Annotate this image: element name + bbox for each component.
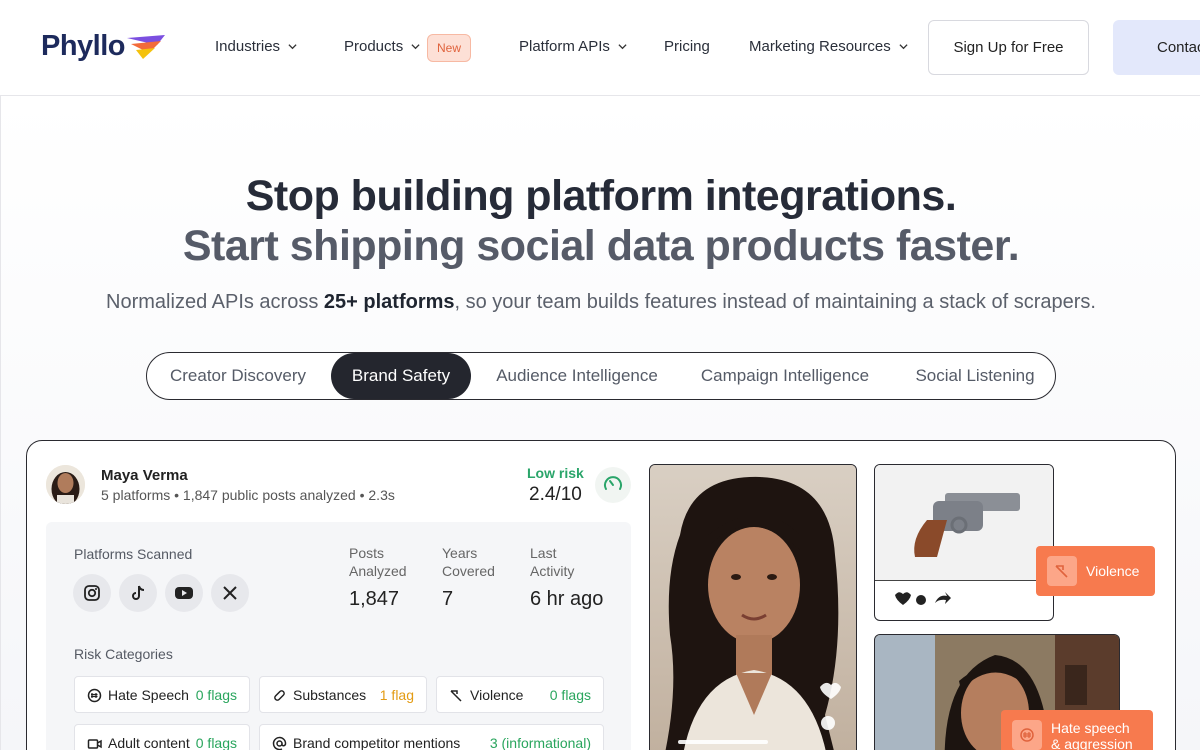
- profile-name: Maya Verma: [101, 467, 188, 484]
- nav-marketing-resources[interactable]: Marketing Resources: [749, 38, 908, 55]
- nav-industries[interactable]: Industries: [215, 38, 297, 55]
- tab-creator-discovery[interactable]: Creator Discovery: [147, 353, 329, 399]
- stat-last-activity-label: Last Activity: [530, 545, 575, 579]
- flag-count: 0 flags: [195, 735, 237, 750]
- stat-posts-value: 1,847: [349, 588, 400, 610]
- risk-label: Low risk: [527, 465, 584, 481]
- at-icon: [272, 736, 287, 750]
- chevron-down-icon: [411, 44, 420, 50]
- top-nav: Phyllo Industries Products New Platform …: [0, 0, 1200, 96]
- risk-chip-violence[interactable]: Violence 0 flags: [436, 676, 604, 713]
- chevron-down-icon: [899, 44, 908, 50]
- post-image-portrait[interactable]: [649, 464, 857, 750]
- stat-last-activity-value: 6 hr ago: [530, 588, 604, 610]
- violence-tag-label: Violence: [1086, 563, 1140, 579]
- hate-speech-icon: [87, 688, 102, 702]
- nav-pricing-label: Pricing: [664, 38, 710, 55]
- risk-chip-substances[interactable]: Substances 1 flag: [259, 676, 427, 713]
- risk-chip-adult-content[interactable]: Adult content 0 flags: [74, 724, 250, 750]
- tab-brand-safety[interactable]: Brand Safety: [331, 353, 471, 399]
- flag-count: 0 flags: [195, 687, 237, 703]
- stat-posts-label: Posts Analyzed: [349, 545, 407, 579]
- flag-count: 3 (informational): [489, 735, 591, 750]
- violence-tag-icon: [1047, 556, 1077, 586]
- youtube-icon: [165, 574, 203, 612]
- use-case-tabs: Creator Discovery Brand Safety Audience …: [146, 352, 1056, 400]
- stat-years-label: Years Covered: [442, 545, 495, 579]
- adult-content-icon: [87, 738, 102, 749]
- phyllo-logo[interactable]: Phyllo: [41, 30, 166, 63]
- risk-categories-label: Risk Categories: [74, 646, 173, 662]
- hate-speech-tag-label: Hate speech & aggression: [1051, 720, 1133, 750]
- risk-gauge-icon: [595, 467, 631, 503]
- brand-safety-card: Maya Verma 5 platforms • 1,847 public po…: [26, 440, 1176, 750]
- nav-marketing-resources-label: Marketing Resources: [749, 38, 891, 55]
- nav-pricing[interactable]: Pricing: [664, 38, 710, 55]
- risk-score: 2.4/10: [529, 484, 582, 505]
- hate-speech-tag-icon: [1012, 720, 1042, 750]
- nav-products-label: Products: [344, 38, 404, 55]
- hero-headline-secondary: Start shipping social data products fast…: [182, 222, 1020, 270]
- sign-up-button[interactable]: Sign Up for Free: [928, 20, 1089, 75]
- violence-tag: Violence: [1036, 546, 1155, 596]
- avatar: [46, 465, 85, 504]
- logo-text: Phyllo: [41, 30, 126, 62]
- new-badge: New: [427, 34, 471, 62]
- chevron-down-icon: [618, 44, 627, 50]
- hero-subtitle: Normalized APIs across 25+ platforms, so…: [1, 291, 1200, 314]
- tiktok-icon: [119, 574, 157, 612]
- stat-years-value: 7: [442, 588, 454, 610]
- flag-count: 1 flag: [379, 687, 414, 703]
- hero-section: Stop building platform integrations. Sta…: [0, 96, 1200, 750]
- risk-chip-hate-speech[interactable]: Hate Speech 0 flags: [74, 676, 250, 713]
- tab-social-listening[interactable]: Social Listening: [897, 353, 1053, 399]
- flag-count: 0 flags: [549, 687, 591, 703]
- platforms-scanned-label: Platforms Scanned: [74, 546, 193, 562]
- profile-meta: 5 platforms • 1,847 public posts analyze…: [101, 487, 395, 503]
- hate-speech-tag: Hate speech & aggression: [1001, 710, 1153, 750]
- tab-audience-intelligence[interactable]: Audience Intelligence: [479, 353, 675, 399]
- substances-icon: [274, 689, 285, 701]
- post-image-flagged[interactable]: [874, 464, 1054, 621]
- risk-chip-brand-competitor[interactable]: Brand competitor mentions 3 (information…: [259, 724, 604, 750]
- hero-subtitle-bold: 25+ platforms: [323, 291, 455, 313]
- nav-platform-apis[interactable]: Platform APIs: [519, 38, 627, 55]
- nav-products[interactable]: Products: [344, 38, 420, 55]
- chevron-down-icon: [288, 44, 297, 50]
- instagram-icon: [73, 574, 111, 612]
- nav-platform-apis-label: Platform APIs: [519, 38, 610, 55]
- hero-subtitle-pre: Normalized APIs across: [106, 291, 324, 313]
- nav-industries-label: Industries: [215, 38, 281, 55]
- contact-button[interactable]: Contac: [1113, 20, 1200, 75]
- hero-subtitle-post: , so your team builds features instead o…: [454, 291, 1096, 313]
- tab-campaign-intelligence[interactable]: Campaign Intelligence: [687, 353, 883, 399]
- logo-mark-icon: [127, 34, 166, 59]
- hero-headline: Stop building platform integrations.: [245, 172, 957, 220]
- x-icon: [211, 574, 249, 612]
- scan-summary-panel: Platforms Scanned Posts Analyzed 1,847 Ye…: [46, 522, 631, 750]
- violence-icon: [450, 689, 462, 702]
